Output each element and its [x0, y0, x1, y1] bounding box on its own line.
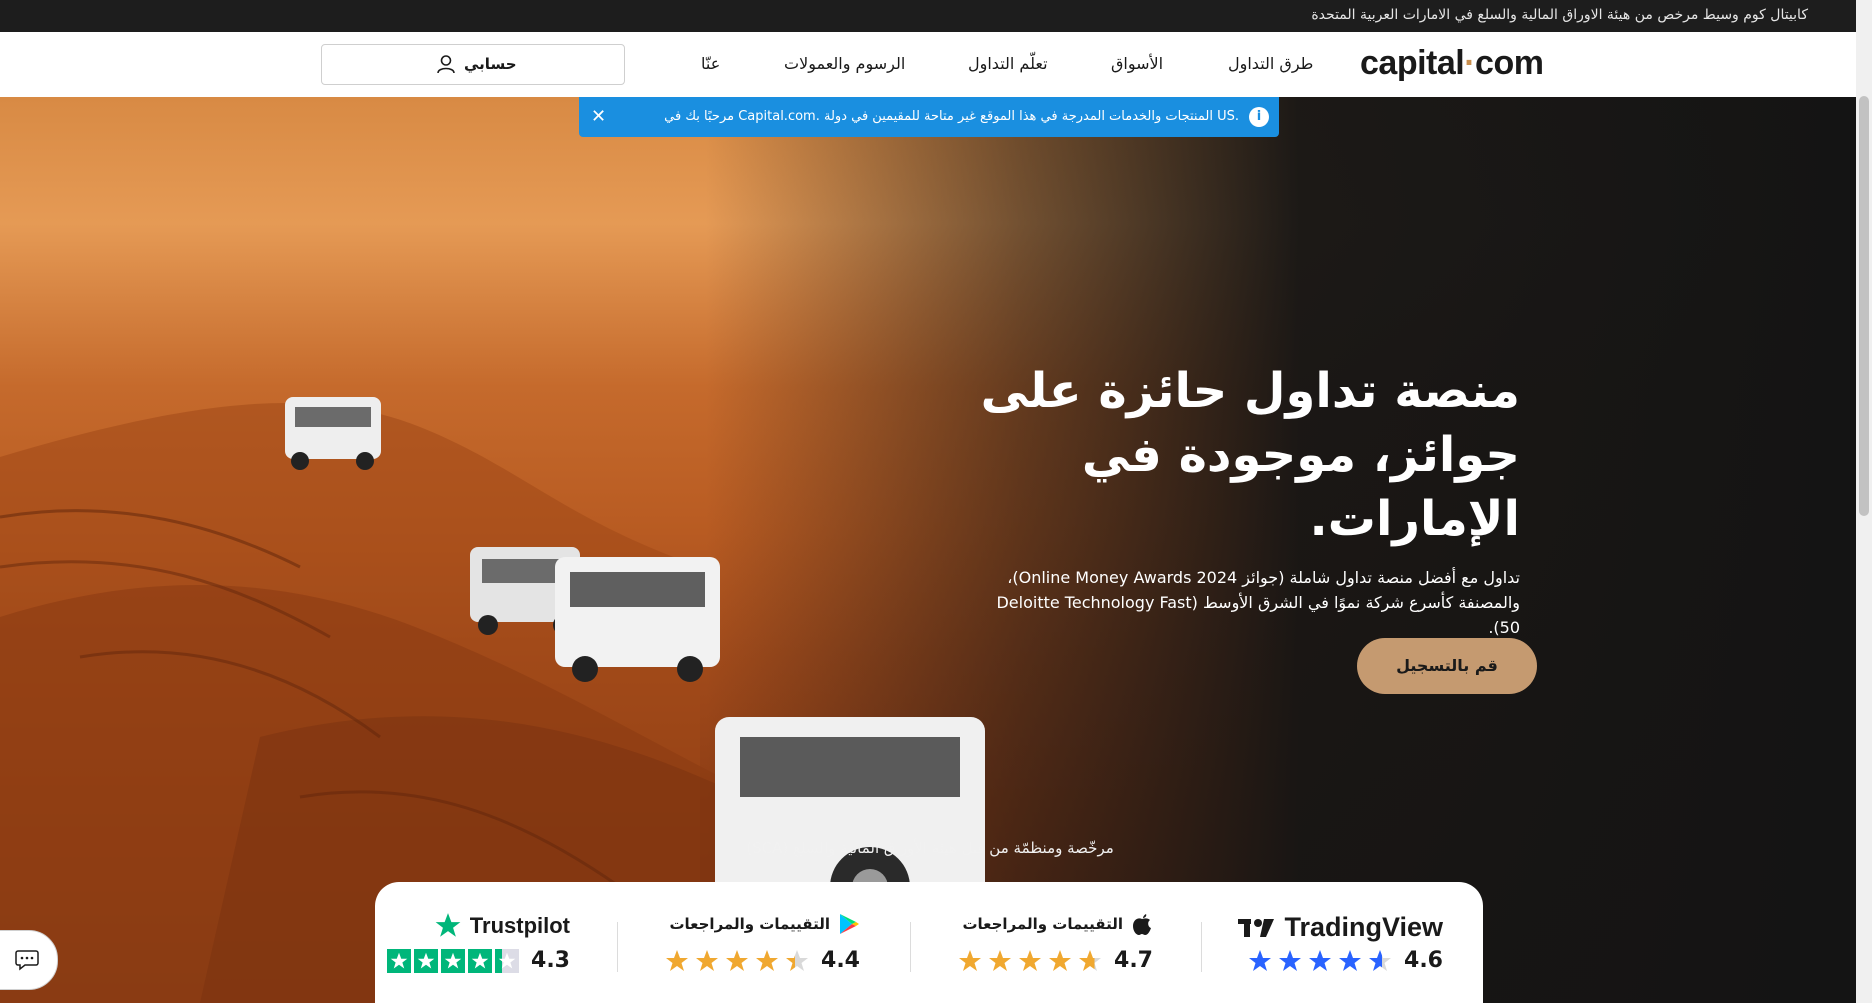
trustpilot-score: 4.3 [531, 948, 570, 973]
tradingview-icon [1238, 918, 1275, 937]
nav-item-learn[interactable]: تعلّم التداول [968, 54, 1048, 73]
tradingview-score: 4.6 [1404, 948, 1443, 973]
rating-star-icon [414, 948, 439, 973]
rating-star-icon [1309, 949, 1332, 971]
main-navbar: capital·com طرق التداول الأسواق تعلّم ال… [0, 32, 1856, 98]
rating-star-icon [1369, 949, 1392, 971]
trustpilot-star-icon [435, 913, 461, 937]
page-scrollbar[interactable] [1856, 0, 1872, 1003]
rating-star-icon [959, 949, 982, 971]
hero-subtitle: تداول مع أفضل منصة تداول شاملة (جوائز On… [996, 568, 1520, 637]
rating-star-icon [1079, 949, 1102, 971]
capital-com-logo[interactable]: capital·com [1360, 44, 1544, 83]
app-store-title: التقييمات والمراجعات [962, 915, 1123, 933]
rating-app-store[interactable]: التقييمات والمراجعات 4.7 [893, 882, 1153, 1003]
rating-star-icon [1339, 949, 1362, 971]
user-icon [437, 55, 455, 74]
rating-star-icon [468, 948, 493, 973]
rating-star-icon [1279, 949, 1302, 971]
info-icon: i [1249, 107, 1269, 127]
divider [617, 922, 618, 972]
tradingview-stars [1248, 949, 1392, 973]
divider [1201, 922, 1202, 972]
app-store-stars [958, 949, 1102, 973]
nav-item-markets[interactable]: الأسواق [1111, 54, 1163, 73]
close-icon[interactable]: ✕ [591, 106, 606, 127]
rating-star-icon [786, 949, 809, 971]
trustpilot-logo: Trustpilot [469, 912, 570, 938]
google-play-title: التقييمات والمراجعات [669, 915, 830, 933]
rating-star-icon [666, 949, 689, 971]
my-account-button[interactable]: حسابي [321, 44, 625, 85]
ratings-panel: TradingView 4.6 التقييمات والمراجعات 4.7… [375, 882, 1483, 1003]
my-account-label: حسابي [464, 55, 517, 73]
apple-icon [1133, 914, 1151, 935]
chat-icon [15, 950, 39, 971]
google-play-stars [665, 949, 809, 973]
rating-tradingview[interactable]: TradingView 4.6 [1183, 882, 1443, 1003]
rating-star-icon [387, 948, 412, 973]
region-notice-text: مرحبًا بك في Capital.com. المنتجات والخد… [664, 109, 1239, 124]
rating-trustpilot[interactable]: Trustpilot 4.3 [387, 882, 570, 1003]
app-store-score: 4.7 [1114, 948, 1153, 973]
nav-item-about[interactable]: عنّا [701, 54, 720, 73]
google-play-score: 4.4 [821, 948, 860, 973]
chat-button[interactable] [0, 930, 58, 990]
divider [910, 922, 911, 972]
rating-star-icon [989, 949, 1012, 971]
license-announcement: كابيتال كوم وسيط مرخص من هيئة الاوراق ال… [1311, 7, 1808, 23]
scrollbar-thumb[interactable] [1859, 96, 1869, 516]
nav-item-fees[interactable]: الرسوم والعمولات [784, 54, 905, 73]
sign-up-button[interactable]: قم بالتسجيل [1357, 638, 1537, 694]
rating-star-icon [726, 949, 749, 971]
rating-star-icon [1049, 949, 1072, 971]
sca-license-text: مرخّصة ومنظمّة من قبل هيئة الأوراق المال… [746, 839, 1114, 857]
rating-star-icon [696, 949, 719, 971]
rating-star-icon [441, 948, 466, 973]
hero-title: منصة تداول حائزة على جوائز، موجودة في ال… [980, 363, 1520, 547]
suv-3 [555, 557, 720, 682]
rating-star-icon [756, 949, 779, 971]
tradingview-logo: TradingView [1284, 912, 1443, 942]
rating-star-icon [495, 948, 520, 973]
nav-item-ways-to-trade[interactable]: طرق التداول [1228, 54, 1313, 73]
rating-star-icon [1019, 949, 1042, 971]
region-notice-banner: i مرحبًا بك في Capital.com. المنتجات وال… [579, 97, 1279, 137]
rating-star-icon [1249, 949, 1272, 971]
rating-google-play[interactable]: التقييمات والمراجعات 4.4 [600, 882, 860, 1003]
google-play-icon [840, 914, 859, 934]
hero-section: منصة تداول حائزة على جوائز، موجودة في ال… [0, 97, 1856, 1003]
top-announcement-bar: كابيتال كوم وسيط مرخص من هيئة الاوراق ال… [0, 0, 1856, 32]
trustpilot-stars [387, 948, 520, 973]
